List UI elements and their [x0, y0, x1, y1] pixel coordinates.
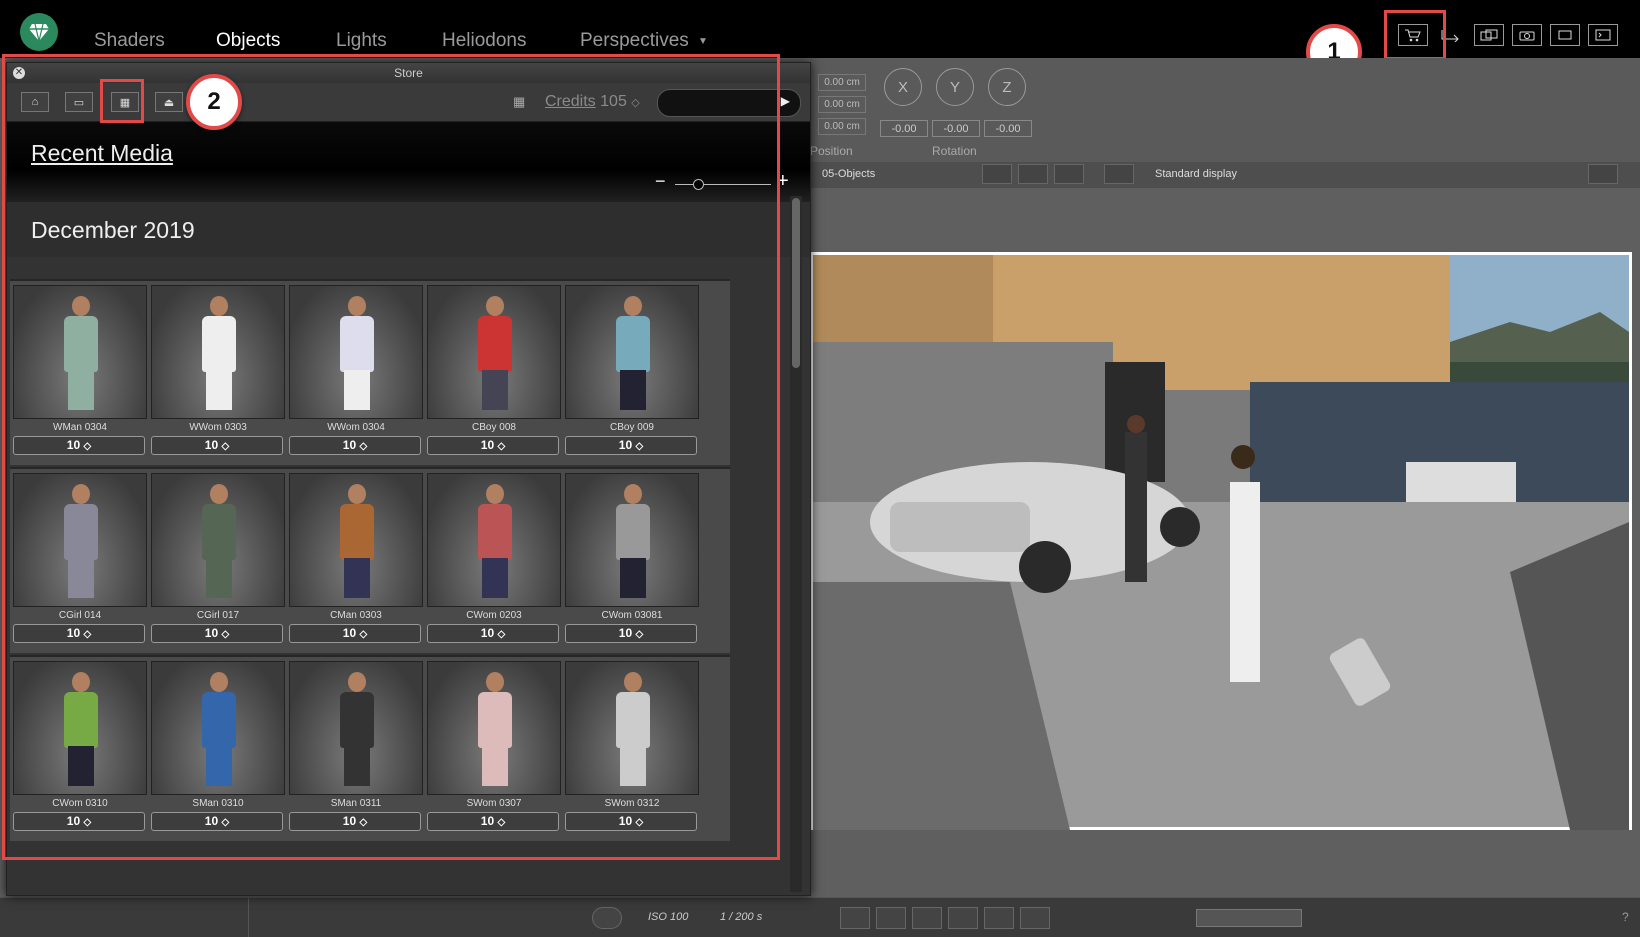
crop-icon[interactable] — [1550, 24, 1580, 46]
tab-shaders[interactable]: Shaders — [94, 30, 165, 52]
iso-select[interactable]: ISO 100 — [648, 911, 688, 923]
properties-bar: 0.00 cm 0.00 cm 0.00 cm Position X Y Z -… — [810, 58, 1640, 162]
info-icon[interactable] — [1020, 907, 1050, 929]
perspectives-dropdown-icon[interactable]: ▼ — [698, 36, 708, 47]
app-logo-icon[interactable] — [20, 13, 58, 51]
windows-icon[interactable] — [1474, 24, 1504, 46]
scrollbar-thumb[interactable] — [792, 198, 800, 368]
fit-frame-icon[interactable] — [1018, 164, 1048, 184]
zoom-icon[interactable] — [876, 907, 906, 929]
rotation-x-field[interactable]: -0.00 — [880, 120, 928, 137]
rotation-label: Rotation — [932, 144, 977, 158]
region-frame-icon[interactable] — [1054, 164, 1084, 184]
store-panel-highlight — [2, 54, 780, 860]
display-mode-label[interactable]: Standard display — [1155, 168, 1237, 180]
select-frame-icon[interactable] — [982, 164, 1012, 184]
rotate-x-dial[interactable]: X — [884, 68, 922, 106]
layer-label[interactable]: 05-Objects — [822, 168, 875, 180]
position-y-field[interactable]: 0.00 cm — [818, 96, 866, 113]
walk-icon[interactable] — [948, 907, 978, 929]
scene-render — [810, 252, 1632, 830]
position-z-field[interactable]: 0.00 cm — [818, 118, 866, 135]
help-icon[interactable]: ? — [1622, 910, 1629, 924]
position-x-field[interactable]: 0.00 cm — [818, 74, 866, 91]
play-arrow-icon[interactable]: ▶ — [781, 94, 790, 108]
viewport-toolbar: 05-Objects Standard display — [810, 162, 1640, 188]
rotate-y-dial[interactable]: Y — [936, 68, 974, 106]
timeline-slider[interactable] — [1196, 909, 1302, 927]
tab-lights[interactable]: Lights — [336, 30, 387, 52]
status-bar: ISO 100 1 / 200 s ? — [0, 897, 1640, 937]
tab-perspectives[interactable]: Perspectives — [580, 30, 689, 52]
callout-2: 2 — [186, 74, 242, 130]
display-mode-icon[interactable] — [1104, 164, 1134, 184]
tab-heliodons[interactable]: Heliodons — [442, 30, 527, 52]
console-icon[interactable] — [1588, 24, 1618, 46]
rotation-z-field[interactable]: -0.00 — [984, 120, 1032, 137]
pan-icon[interactable] — [912, 907, 942, 929]
store-scrollbar[interactable] — [790, 196, 802, 892]
aperture-icon[interactable] — [592, 907, 622, 929]
orbit-icon[interactable] — [984, 907, 1014, 929]
undo-icon[interactable] — [840, 907, 870, 929]
rotate-z-dial[interactable]: Z — [988, 68, 1026, 106]
store-button-highlight — [1384, 10, 1446, 60]
tab-objects[interactable]: Objects — [216, 30, 280, 52]
camera-icon[interactable] — [1512, 24, 1542, 46]
rotation-y-field[interactable]: -0.00 — [932, 120, 980, 137]
light-toggle-icon[interactable] — [1588, 164, 1618, 184]
calendar-button-highlight — [100, 79, 144, 123]
shutter-select[interactable]: 1 / 200 s — [720, 911, 762, 923]
render-viewport[interactable] — [810, 252, 1632, 830]
position-label: Position — [810, 144, 853, 158]
